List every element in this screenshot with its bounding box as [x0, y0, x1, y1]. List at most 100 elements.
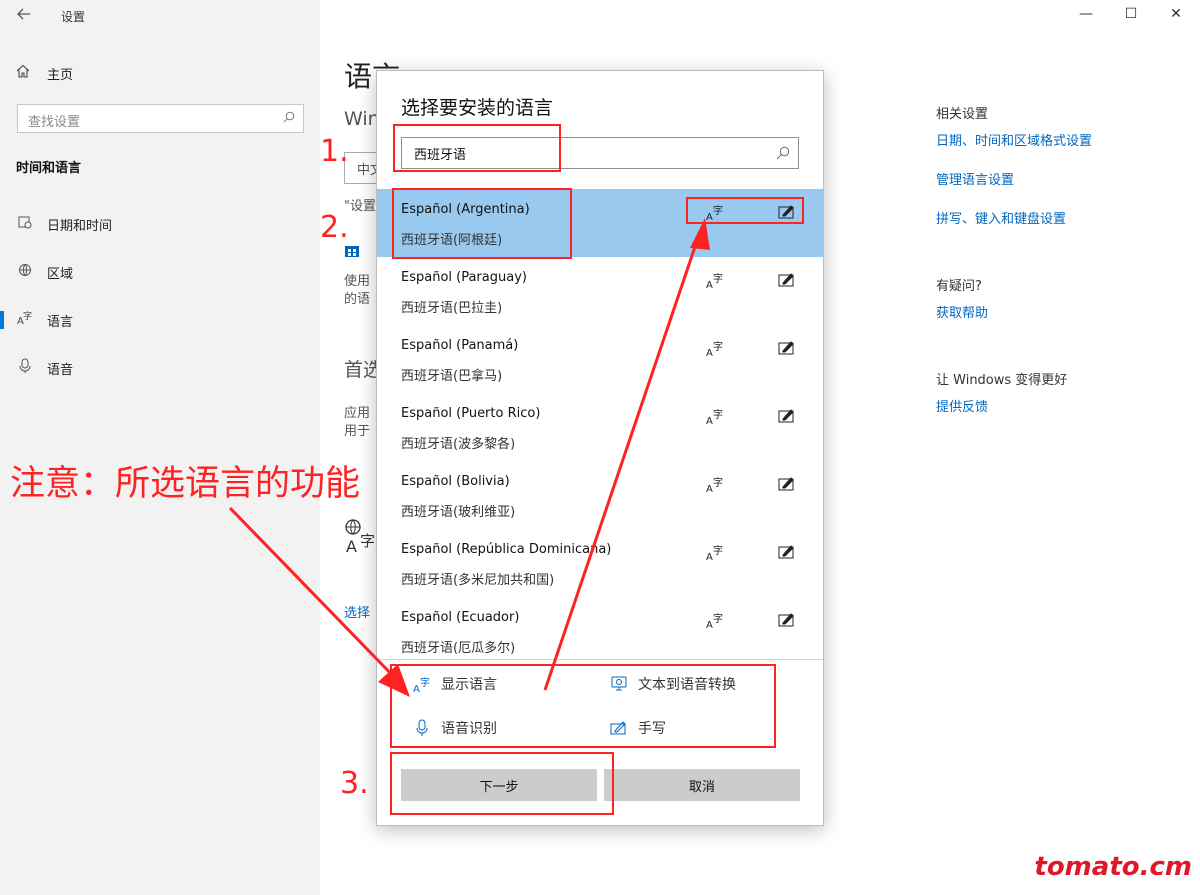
microphone-icon	[17, 358, 33, 378]
annotation-box-feature-icons	[686, 197, 804, 224]
svg-text:字: 字	[713, 408, 723, 421]
watermark: tomato.cm	[1034, 852, 1192, 882]
language-name: Español (Puerto Rico)	[401, 406, 541, 421]
improve-windows-title: 让 Windows 变得更好	[936, 373, 1068, 388]
sidebar-item-label: 语音	[47, 362, 74, 378]
handwriting-icon	[778, 409, 794, 423]
language-native-name: 西班牙语(巴拿马)	[401, 369, 503, 384]
calendar-clock-icon	[17, 215, 33, 233]
store-text-line2: 的语	[344, 292, 371, 307]
back-arrow-icon[interactable]	[16, 6, 34, 26]
sidebar-item-language[interactable]: A字 语言	[0, 305, 320, 335]
language-icon: A字	[17, 310, 33, 330]
annotation-box-legend	[390, 664, 776, 748]
sidebar-item-label: 语言	[47, 314, 74, 330]
handwriting-icon	[778, 273, 794, 287]
display-language-icon: A字	[706, 340, 723, 357]
svg-text:A: A	[706, 416, 713, 425]
date-region-format-link[interactable]: 日期、时间和区域格式设置	[936, 130, 1186, 149]
settings-search-placeholder: 查找设置	[28, 115, 81, 130]
store-icon	[344, 242, 360, 262]
svg-text:字: 字	[23, 310, 32, 322]
search-icon	[283, 111, 295, 123]
annotation-note: 注意：所选语言的功能	[10, 464, 361, 504]
sidebar-item-speech[interactable]: 语音	[0, 353, 320, 383]
language-native-name: 西班牙语(巴拉圭)	[401, 301, 503, 316]
svg-text:A: A	[706, 348, 713, 357]
annotation-box-selected-language	[392, 188, 572, 259]
globe-region-icon	[17, 263, 33, 281]
sidebar: 设置 主页 查找设置 时间和语言 日期和时间 区域 A字 语言 语音	[0, 0, 320, 895]
language-name: Español (República Dominicana)	[401, 542, 612, 557]
svg-text:字: 字	[713, 544, 723, 557]
language-list-item[interactable]: Español (Paraguay) 西班牙语(巴拉圭) A字	[377, 257, 823, 325]
language-native-name: 西班牙语(厄瓜多尔)	[401, 641, 516, 656]
language-name: Español (Panamá)	[401, 338, 519, 353]
language-name: Español (Bolivia)	[401, 474, 510, 489]
manage-language-link[interactable]: 管理语言设置	[936, 169, 1186, 188]
language-list-item[interactable]: Español (República Dominicana) 西班牙语(多米尼加…	[377, 529, 823, 597]
language-name: Español (Ecuador)	[401, 610, 520, 625]
svg-text:A: A	[706, 552, 713, 561]
sidebar-item-label: 区域	[47, 266, 74, 282]
language-list: Español (Argentina) 西班牙语(阿根廷) A字 Español…	[377, 189, 823, 659]
sidebar-item-home[interactable]: 主页	[16, 63, 73, 83]
language-native-name: 西班牙语(玻利维亚)	[401, 505, 516, 520]
home-icon	[16, 64, 32, 82]
handwriting-icon	[778, 341, 794, 355]
cancel-button[interactable]: 取消	[604, 769, 800, 801]
handwriting-icon	[778, 613, 794, 627]
search-icon	[776, 146, 790, 160]
preferred-text-line2: 用于	[344, 424, 371, 439]
choose-language-link[interactable]: 选择	[344, 602, 370, 621]
window-title: 设置	[61, 10, 86, 24]
annotation-box-next	[390, 752, 614, 815]
annotation-step-3: 3.	[340, 766, 369, 801]
handwriting-icon	[778, 477, 794, 491]
language-name: Español (Paraguay)	[401, 270, 527, 285]
settings-search-input[interactable]: 查找设置	[17, 104, 304, 133]
svg-text:A: A	[346, 537, 357, 554]
question-title: 有疑问?	[936, 279, 982, 294]
display-language-icon: A字	[706, 272, 723, 289]
preferred-text-line1: 应用	[344, 406, 371, 421]
spelling-keyboard-link[interactable]: 拼写、键入和键盘设置	[936, 208, 1186, 227]
annotation-box-search	[393, 124, 561, 172]
dialog-divider	[377, 659, 823, 660]
language-globe-icon: A字	[344, 518, 378, 559]
annotation-step-2: 2.	[320, 210, 349, 245]
display-language-icon: A字	[706, 408, 723, 425]
handwriting-icon	[778, 545, 794, 559]
display-language-icon: A字	[706, 612, 723, 629]
related-settings-title: 相关设置	[936, 107, 989, 122]
get-help-link[interactable]: 获取帮助	[936, 302, 1186, 321]
svg-text:字: 字	[713, 476, 723, 489]
note-text: "设置	[344, 199, 376, 214]
language-list-item[interactable]: Español (Ecuador) 西班牙语(厄瓜多尔) A字	[377, 597, 823, 665]
svg-text:A: A	[706, 280, 713, 289]
svg-text:字: 字	[713, 340, 723, 353]
display-language-icon: A字	[706, 476, 723, 493]
svg-text:字: 字	[713, 612, 723, 625]
section-title: 时间和语言	[16, 161, 82, 176]
svg-text:A: A	[706, 484, 713, 493]
language-native-name: 西班牙语(波多黎各)	[401, 437, 516, 452]
svg-text:A: A	[706, 620, 713, 629]
display-language-icon: A字	[706, 544, 723, 561]
feedback-link[interactable]: 提供反馈	[936, 396, 1186, 415]
maximize-button[interactable]: ☐	[1121, 6, 1141, 26]
windows-display-language-label: Win	[344, 108, 380, 130]
annotation-step-1: 1.	[320, 134, 349, 169]
minimize-button[interactable]: —	[1076, 6, 1096, 26]
language-list-item[interactable]: Español (Puerto Rico) 西班牙语(波多黎各) A字	[377, 393, 823, 461]
language-list-item[interactable]: Español (Bolivia) 西班牙语(玻利维亚) A字	[377, 461, 823, 529]
dialog-title: 选择要安装的语言	[401, 97, 554, 119]
sidebar-item-date-time[interactable]: 日期和时间	[0, 209, 320, 239]
svg-text:字: 字	[360, 532, 375, 550]
close-button[interactable]: ✕	[1166, 6, 1186, 26]
language-native-name: 西班牙语(多米尼加共和国)	[401, 573, 555, 588]
svg-text:字: 字	[713, 272, 723, 285]
store-text-line1: 使用	[344, 274, 371, 289]
sidebar-item-region[interactable]: 区域	[0, 257, 320, 287]
language-list-item[interactable]: Español (Panamá) 西班牙语(巴拿马) A字	[377, 325, 823, 393]
